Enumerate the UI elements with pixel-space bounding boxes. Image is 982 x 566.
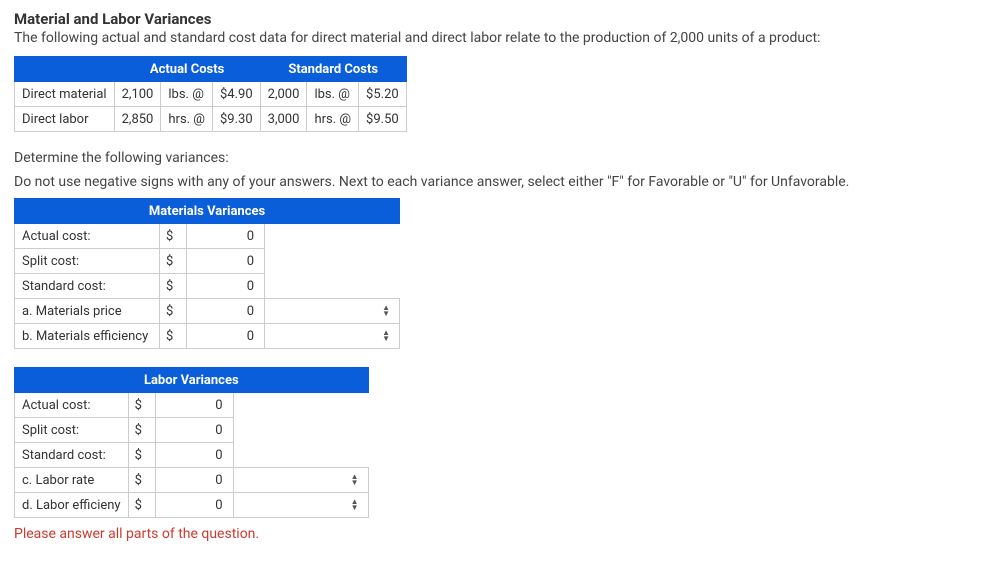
fu-select[interactable]: ▲▼ xyxy=(233,468,368,493)
currency-sign: $ xyxy=(160,224,187,249)
actual-price: $9.30 xyxy=(212,107,260,132)
page-title: Material and Labor Variances xyxy=(14,10,968,28)
labor-header: Labor Variances xyxy=(15,368,369,393)
standard-unit: lbs. @ xyxy=(307,82,359,107)
value-input[interactable]: 0 xyxy=(187,224,265,249)
row-label: Direct material xyxy=(15,82,115,107)
sort-icon: ▲▼ xyxy=(382,305,390,317)
table-row: Direct labor 2,850 hrs. @ $9.30 3,000 hr… xyxy=(15,107,407,132)
standard-costs-header: Standard Costs xyxy=(260,57,406,82)
fu-select[interactable]: ▲▼ xyxy=(265,324,400,349)
currency-sign: $ xyxy=(128,393,155,418)
row-label: Direct labor xyxy=(15,107,115,132)
value-input[interactable]: 0 xyxy=(155,468,233,493)
row-label: Standard cost: xyxy=(15,443,129,468)
value-input[interactable]: 0 xyxy=(155,493,233,518)
actual-qty: 2,100 xyxy=(114,82,161,107)
standard-qty: 2,000 xyxy=(260,82,307,107)
row-label: a. Materials price xyxy=(15,299,160,324)
value-input[interactable]: 0 xyxy=(187,324,265,349)
currency-sign: $ xyxy=(160,249,187,274)
currency-sign: $ xyxy=(160,274,187,299)
table-row: c. Labor rate $ 0 ▲▼ xyxy=(15,468,369,493)
table-row: a. Materials price $ 0 ▲▼ xyxy=(15,299,400,324)
warning-text: Please answer all parts of the question. xyxy=(14,526,968,542)
currency-sign: $ xyxy=(128,493,155,518)
table-row: Split cost: $ 0 xyxy=(15,249,400,274)
table-row: Actual cost: $ 0 xyxy=(15,393,369,418)
currency-sign: $ xyxy=(128,443,155,468)
table-row: Standard cost: $ 0 xyxy=(15,443,369,468)
currency-sign: $ xyxy=(160,324,187,349)
row-label: Standard cost: xyxy=(15,274,160,299)
value-input[interactable]: 0 xyxy=(187,299,265,324)
currency-sign: $ xyxy=(160,299,187,324)
row-label: b. Materials efficiency xyxy=(15,324,160,349)
blank-header xyxy=(15,57,115,82)
cost-data-table: Actual Costs Standard Costs Direct mater… xyxy=(14,56,407,132)
row-label: Split cost: xyxy=(15,418,129,443)
actual-qty: 2,850 xyxy=(114,107,161,132)
value-input[interactable]: 0 xyxy=(187,274,265,299)
actual-unit: lbs. @ xyxy=(161,82,213,107)
row-label: Split cost: xyxy=(15,249,160,274)
value-input[interactable]: 0 xyxy=(155,393,233,418)
table-row: Split cost: $ 0 xyxy=(15,418,369,443)
materials-variances-table: Materials Variances Actual cost: $ 0 Spl… xyxy=(14,198,400,349)
value-input[interactable]: 0 xyxy=(155,418,233,443)
row-label: Actual cost: xyxy=(15,393,129,418)
value-input[interactable]: 0 xyxy=(155,443,233,468)
determine-heading: Determine the following variances: xyxy=(14,150,968,166)
sort-icon: ▲▼ xyxy=(382,330,390,342)
row-label: Actual cost: xyxy=(15,224,160,249)
standard-unit: hrs. @ xyxy=(307,107,359,132)
sort-icon: ▲▼ xyxy=(351,474,359,486)
table-row: Standard cost: $ 0 xyxy=(15,274,400,299)
table-row: Direct material 2,100 lbs. @ $4.90 2,000… xyxy=(15,82,407,107)
fu-select[interactable]: ▲▼ xyxy=(233,493,368,518)
fu-select[interactable]: ▲▼ xyxy=(265,299,400,324)
table-row: b. Materials efficiency $ 0 ▲▼ xyxy=(15,324,400,349)
intro-text: The following actual and standard cost d… xyxy=(14,30,968,46)
currency-sign: $ xyxy=(128,418,155,443)
standard-price: $9.50 xyxy=(359,107,407,132)
table-row: d. Labor efficieny $ 0 ▲▼ xyxy=(15,493,369,518)
actual-unit: hrs. @ xyxy=(161,107,213,132)
sort-icon: ▲▼ xyxy=(351,499,359,511)
table-row: Actual cost: $ 0 xyxy=(15,224,400,249)
row-label: c. Labor rate xyxy=(15,468,129,493)
instructions-text: Do not use negative signs with any of yo… xyxy=(14,174,968,190)
standard-qty: 3,000 xyxy=(260,107,307,132)
currency-sign: $ xyxy=(128,468,155,493)
labor-variances-table: Labor Variances Actual cost: $ 0 Split c… xyxy=(14,367,369,518)
materials-header: Materials Variances xyxy=(15,199,400,224)
row-label: d. Labor efficieny xyxy=(15,493,129,518)
standard-price: $5.20 xyxy=(359,82,407,107)
actual-price: $4.90 xyxy=(212,82,260,107)
value-input[interactable]: 0 xyxy=(187,249,265,274)
actual-costs-header: Actual Costs xyxy=(114,57,260,82)
